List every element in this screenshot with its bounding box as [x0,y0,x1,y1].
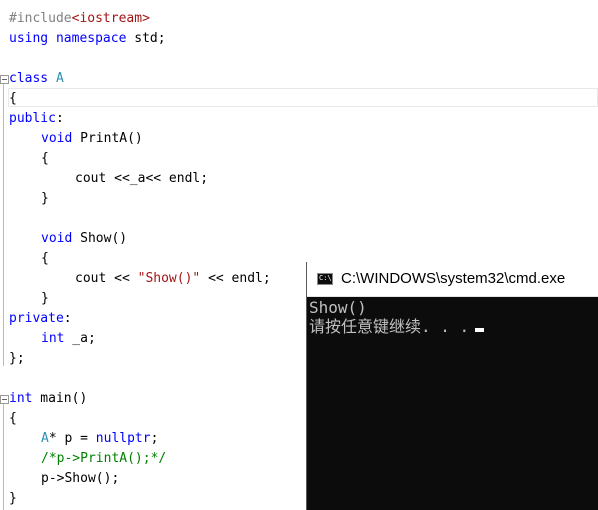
fold-toggle-icon[interactable] [0,75,9,84]
current-line-highlight [8,88,598,107]
console-title: C:\WINDOWS\system32\cmd.exe [341,270,566,287]
code-line: int _a; [41,331,96,346]
fold-toggle-icon[interactable] [0,395,9,404]
code-line: { [9,411,17,426]
console-output-line: 请按任意键继续. . . [309,317,470,336]
console-output[interactable]: Show() 请按任意键继续. . . [309,298,597,508]
code-line: { [9,91,17,106]
code-line: cout << "Show()" << endl; [75,271,271,286]
code-line: A* p = nullptr; [41,431,159,446]
code-line: cout <<_a<< endl; [75,171,209,186]
code-line: { [41,151,49,166]
code-line: void Show() [41,231,128,246]
console-cursor [475,328,485,332]
console-output-line: Show() [309,298,367,317]
cmd-icon: C:\. [317,273,336,285]
code-line: } [41,291,49,306]
code-line: void PrintA() [41,131,143,146]
console-window[interactable]: C:\. C:\WINDOWS\system32\cmd.exe Show() … [306,262,598,510]
code-line: /*p->PrintA();*/ [41,451,167,466]
code-line: #include<iostream> [9,11,150,26]
indent-guide [3,84,4,366]
code-line: }; [9,351,25,366]
code-line: public: [9,111,64,126]
code-line: using namespace std; [9,31,166,46]
code-line: } [41,191,49,206]
code-line: { [41,251,49,266]
console-titlebar[interactable]: C:\. C:\WINDOWS\system32\cmd.exe [307,262,598,297]
code-line: int main() [9,391,88,406]
code-line: } [9,491,17,506]
indent-guide [3,404,4,510]
code-line: private: [9,311,72,326]
code-line: class A [9,71,64,86]
code-line: p->Show(); [41,471,120,486]
